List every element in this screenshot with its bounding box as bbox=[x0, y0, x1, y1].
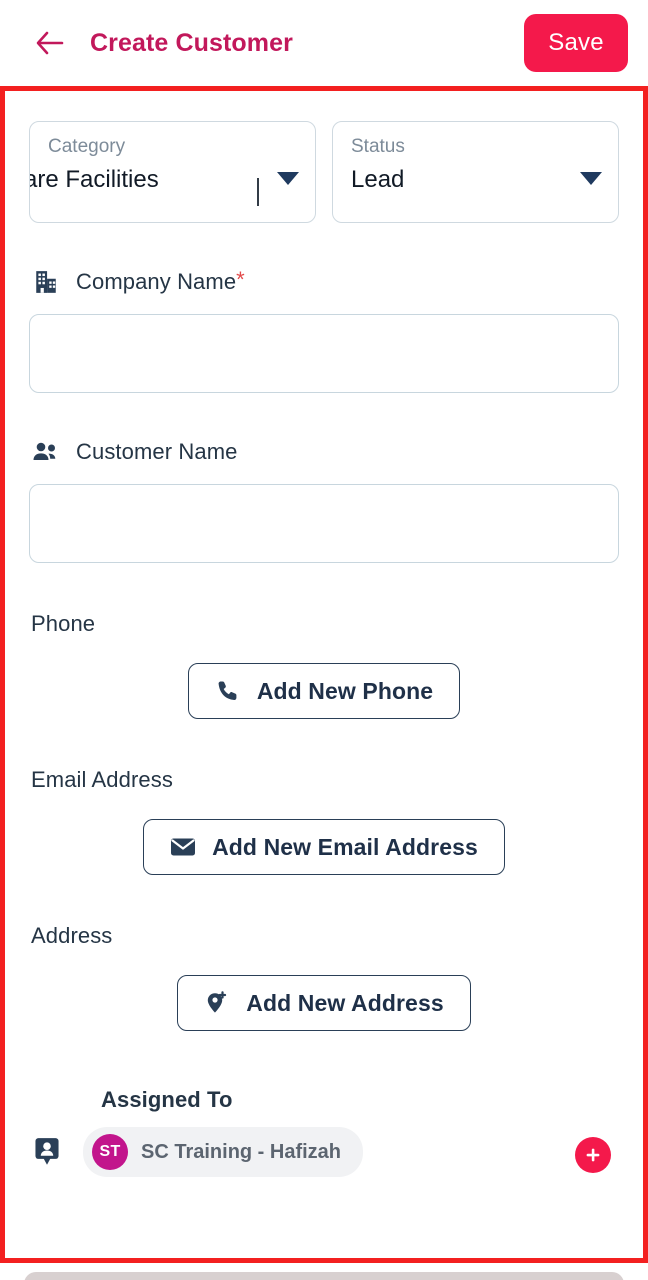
customer-name-input[interactable] bbox=[29, 484, 619, 563]
category-label: Category bbox=[48, 136, 126, 157]
create-customer-screen: Create Customer Save Category care Facil… bbox=[0, 0, 648, 1280]
people-icon bbox=[31, 437, 61, 467]
add-new-address-button[interactable]: Add New Address bbox=[177, 975, 471, 1031]
email-section: Email Address Add New Email Address bbox=[29, 767, 619, 875]
email-button-row: Add New Email Address bbox=[29, 819, 619, 875]
add-new-address-label: Add New Address bbox=[246, 989, 444, 1016]
status-dropdown[interactable]: Status Lead bbox=[332, 121, 619, 223]
page-title: Create Customer bbox=[90, 28, 293, 57]
add-new-email-label: Add New Email Address bbox=[212, 833, 478, 860]
assigned-to-section: Assigned To ST SC Training - Hafizah bbox=[29, 1087, 619, 1177]
assigned-user-chip[interactable]: ST SC Training - Hafizah bbox=[83, 1127, 364, 1177]
app-bar: Create Customer Save bbox=[0, 0, 648, 86]
form-scroll-area[interactable]: Category care Facilities Status Lead bbox=[5, 91, 643, 1258]
status-label: Status bbox=[351, 136, 405, 157]
dropdown-row: Category care Facilities Status Lead bbox=[29, 121, 619, 223]
person-badge-icon bbox=[31, 1136, 63, 1168]
customer-name-header: Customer Name bbox=[29, 437, 619, 467]
customer-name-label: Customer Name bbox=[76, 439, 238, 464]
add-assignee-button[interactable] bbox=[575, 1137, 611, 1173]
category-chevron-down-icon[interactable] bbox=[277, 172, 299, 185]
status-value: Lead bbox=[351, 165, 405, 193]
building-icon bbox=[31, 267, 61, 297]
company-name-input[interactable] bbox=[29, 314, 619, 393]
arrow-left-icon bbox=[35, 30, 65, 56]
phone-section: Phone Add New Phone bbox=[29, 611, 619, 719]
add-new-phone-label: Add New Phone bbox=[256, 677, 434, 704]
save-button[interactable]: Save bbox=[524, 14, 628, 72]
company-name-field: Company Name* bbox=[29, 267, 619, 393]
bottom-peek-card bbox=[24, 1272, 624, 1280]
customer-name-field: Customer Name bbox=[29, 437, 619, 563]
back-button[interactable] bbox=[28, 21, 72, 65]
required-asterisk: * bbox=[236, 267, 245, 292]
plus-icon bbox=[583, 1145, 603, 1165]
envelope-icon bbox=[170, 834, 196, 860]
avatar: ST bbox=[92, 1134, 128, 1170]
company-name-header: Company Name* bbox=[29, 267, 619, 297]
text-cursor bbox=[257, 178, 259, 206]
map-pin-plus-icon bbox=[204, 990, 230, 1016]
address-button-row: Add New Address bbox=[29, 975, 619, 1031]
status-chevron-down-icon[interactable] bbox=[580, 172, 602, 185]
phone-icon bbox=[215, 678, 241, 704]
category-dropdown[interactable]: Category care Facilities bbox=[29, 121, 316, 223]
assigned-user-name: SC Training - Hafizah bbox=[141, 1140, 342, 1163]
form-annotation-frame: Category care Facilities Status Lead bbox=[0, 86, 648, 1263]
phone-label: Phone bbox=[31, 611, 96, 636]
add-new-email-button[interactable]: Add New Email Address bbox=[143, 819, 505, 875]
email-label: Email Address bbox=[31, 767, 173, 792]
assigned-to-label: Assigned To bbox=[101, 1087, 233, 1112]
add-new-phone-button[interactable]: Add New Phone bbox=[187, 663, 461, 719]
phone-button-row: Add New Phone bbox=[29, 663, 619, 719]
assigned-to-row: ST SC Training - Hafizah bbox=[31, 1127, 619, 1177]
company-name-label: Company Name* bbox=[76, 267, 245, 295]
address-section: Address Add New Address bbox=[29, 923, 619, 1031]
bottom-area bbox=[0, 1263, 648, 1280]
address-label: Address bbox=[31, 923, 113, 948]
